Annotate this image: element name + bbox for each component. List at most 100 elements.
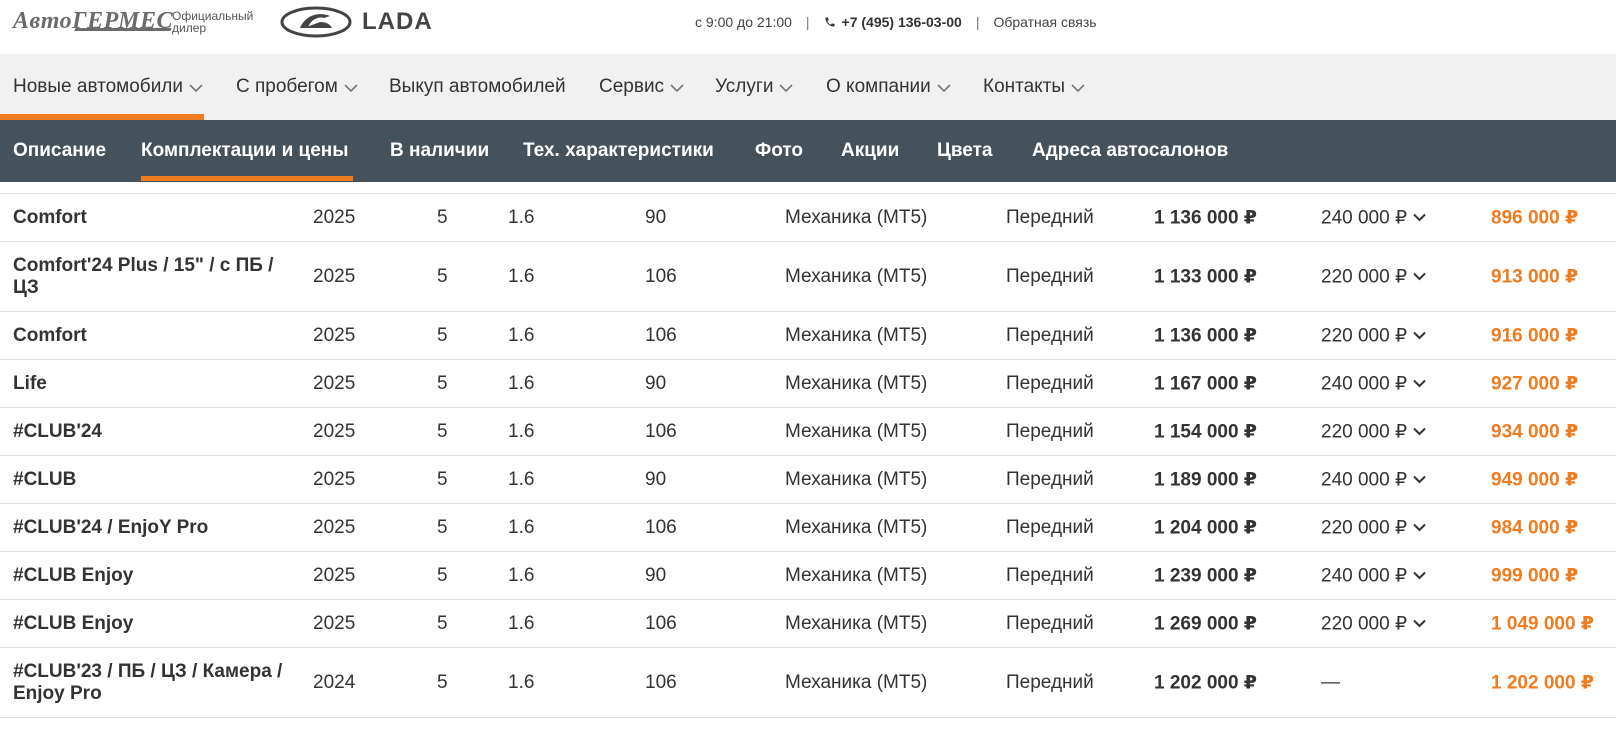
discount-toggle[interactable]: 240 000 ₽: [1321, 206, 1426, 229]
base-price: 1 269 000 ₽: [1154, 613, 1258, 634]
tab-trims-prices[interactable]: Комплектации и цены: [141, 140, 348, 162]
final-price: 1 202 000 ₽: [1491, 672, 1595, 693]
chevron-down-icon: [344, 83, 358, 92]
engine-power: 90: [645, 564, 667, 586]
model-year: 2025: [313, 612, 356, 634]
tab-photo[interactable]: Фото: [755, 140, 803, 162]
table-row[interactable]: Comfort 2025 5 1.6 106 Механика (MT5) Пе…: [0, 312, 1616, 360]
doors: 5: [437, 420, 448, 442]
chevron-down-icon: [1413, 571, 1426, 579]
engine-power: 106: [645, 420, 677, 442]
doors: 5: [437, 564, 448, 586]
nav-label: О компании: [826, 76, 931, 97]
nav-label: Новые автомобили: [13, 76, 184, 97]
table-row[interactable]: Comfort 2025 5 1.6 90 Механика (MT5) Пер…: [0, 193, 1616, 242]
engine-volume: 1.6: [508, 564, 535, 586]
nav-about[interactable]: О компании: [826, 76, 951, 98]
gearbox: Механика (MT5): [785, 372, 928, 394]
tab-specs[interactable]: Тех. характеристики: [523, 140, 714, 162]
tab-offers[interactable]: Акции: [841, 140, 899, 162]
lada-logo[interactable]: LADA: [280, 6, 433, 38]
table-row[interactable]: #CLUB 2025 5 1.6 90 Механика (MT5) Перед…: [0, 456, 1616, 504]
base-price: 1 202 000 ₽: [1154, 672, 1258, 693]
logo-swoosh: [74, 28, 172, 31]
discount-amount: 240 000 ₽: [1321, 469, 1408, 490]
table-row[interactable]: #CLUB Enjoy 2025 5 1.6 106 Механика (MT5…: [0, 600, 1616, 648]
discount-amount: 220 000 ₽: [1321, 517, 1408, 538]
chevron-down-icon: [1413, 331, 1426, 339]
final-price: 1 049 000 ₽: [1491, 613, 1595, 634]
engine-volume: 1.6: [508, 468, 535, 490]
chevron-down-icon: [1413, 213, 1426, 221]
nav-buyback[interactable]: Выкуп автомобилей: [389, 76, 566, 98]
engine-volume: 1.6: [508, 372, 535, 394]
discount-toggle[interactable]: 220 000 ₽: [1321, 324, 1426, 347]
phone-link[interactable]: +7 (495) 136-03-00: [824, 14, 962, 30]
tab-colors[interactable]: Цвета: [937, 140, 993, 162]
table-row[interactable]: #CLUB Enjoy 2025 5 1.6 90 Механика (MT5)…: [0, 552, 1616, 600]
phone-icon: [825, 17, 835, 27]
drive-type: Передний: [1006, 265, 1094, 287]
table-row[interactable]: #CLUB'24 2025 5 1.6 106 Механика (MT5) П…: [0, 408, 1616, 456]
nav-service[interactable]: Сервис: [599, 76, 684, 98]
trim-name: #CLUB'24 / EnjoY Pro: [13, 516, 209, 538]
doors: 5: [437, 265, 448, 287]
chevron-down-icon: [670, 83, 684, 92]
active-tab-indicator: [141, 176, 353, 181]
trim-name: Comfort: [13, 206, 87, 228]
engine-power: 90: [645, 206, 667, 228]
gearbox: Механика (MT5): [785, 265, 928, 287]
engine-power: 106: [645, 324, 677, 346]
main-navigation: Новые автомобили С пробегом Выкуп автомо…: [0, 54, 1616, 120]
nav-used-cars[interactable]: С пробегом: [236, 76, 358, 98]
separator: |: [975, 14, 980, 30]
nav-label: Выкуп автомобилей: [389, 76, 566, 97]
autogermes-logo[interactable]: АвтоГЕРМЕС: [13, 8, 173, 35]
base-price: 1 204 000 ₽: [1154, 517, 1258, 538]
table-row[interactable]: Comfort'24 Plus / 15" / с ПБ / ЦЗ 2025 5…: [0, 242, 1616, 312]
working-hours: с 9:00 до 21:00: [695, 14, 792, 30]
engine-volume: 1.6: [508, 516, 535, 538]
table-row[interactable]: #CLUB'23 / ПБ / ЦЗ / Камера / Enjoy Pro …: [0, 648, 1616, 718]
drive-type: Передний: [1006, 516, 1094, 538]
discount-toggle[interactable]: 220 000 ₽: [1321, 516, 1426, 539]
engine-volume: 1.6: [508, 671, 535, 693]
nav-contacts[interactable]: Контакты: [983, 76, 1085, 98]
model-year: 2025: [313, 265, 356, 287]
table-row[interactable]: Life 2025 5 1.6 90 Механика (MT5) Передн…: [0, 360, 1616, 408]
feedback-link[interactable]: Обратная связь: [993, 14, 1096, 30]
nav-services[interactable]: Услуги: [715, 76, 794, 98]
tab-description[interactable]: Описание: [13, 140, 106, 162]
gearbox: Механика (MT5): [785, 564, 928, 586]
drive-type: Передний: [1006, 564, 1094, 586]
discount-toggle[interactable]: 240 000 ₽: [1321, 372, 1426, 395]
model-year: 2025: [313, 206, 356, 228]
discount-toggle[interactable]: 240 000 ₽: [1321, 468, 1426, 491]
chevron-down-icon: [1413, 619, 1426, 627]
nav-new-cars[interactable]: Новые автомобили: [13, 76, 203, 98]
tab-dealer-addresses[interactable]: Адреса автосалонов: [1032, 140, 1228, 162]
engine-power: 106: [645, 516, 677, 538]
discount-toggle[interactable]: 220 000 ₽: [1321, 420, 1426, 443]
tab-in-stock[interactable]: В наличии: [390, 140, 489, 162]
gearbox: Механика (MT5): [785, 612, 928, 634]
contacts-bar: с 9:00 до 21:00 | +7 (495) 136-03-00 | О…: [695, 14, 1097, 30]
doors: 5: [437, 468, 448, 490]
chevron-down-icon: [1413, 475, 1426, 483]
gearbox: Механика (MT5): [785, 468, 928, 490]
discount-amount: 220 000 ₽: [1321, 421, 1408, 442]
base-price: 1 136 000 ₽: [1154, 207, 1258, 228]
discount-toggle[interactable]: 240 000 ₽: [1321, 564, 1426, 587]
table-row[interactable]: #CLUB'24 / EnjoY Pro 2025 5 1.6 106 Меха…: [0, 504, 1616, 552]
doors: 5: [437, 671, 448, 693]
model-year: 2025: [313, 372, 356, 394]
chevron-down-icon: [1071, 83, 1085, 92]
discount-amount: 220 000 ₽: [1321, 266, 1408, 287]
discount-amount: 240 000 ₽: [1321, 373, 1408, 394]
final-price: 913 000 ₽: [1491, 266, 1579, 287]
discount-toggle[interactable]: 220 000 ₽: [1321, 612, 1426, 635]
gearbox: Механика (MT5): [785, 420, 928, 442]
model-year: 2024: [313, 671, 356, 693]
gearbox: Механика (MT5): [785, 671, 928, 693]
discount-toggle[interactable]: 220 000 ₽: [1321, 265, 1426, 288]
